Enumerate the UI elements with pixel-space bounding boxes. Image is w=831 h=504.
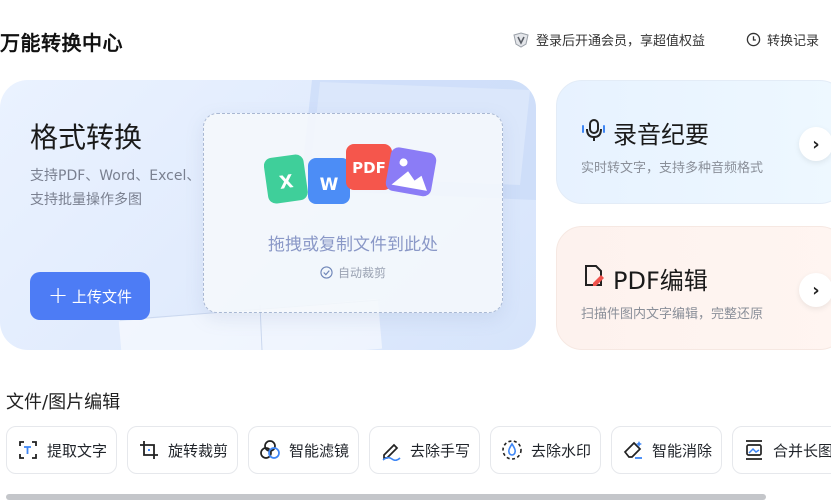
tool-label: 智能滤镜 (289, 441, 350, 460)
pdf-edit-desc: 扫描件图内文字编辑，完整还原 (581, 307, 764, 322)
erase-handwriting-icon (382, 443, 401, 461)
upload-file-button[interactable]: + 上传文件 (30, 272, 150, 320)
tool-label: 去除水印 (531, 441, 592, 460)
pdf-edit-icon (585, 265, 604, 286)
chevron-right-icon[interactable]: › (799, 273, 831, 307)
vip-badge-icon (513, 31, 529, 48)
upload-file-label: 上传文件 (72, 287, 133, 306)
tool-smart-filter[interactable]: 智能滤镜 (248, 426, 359, 474)
chevron-right-icon[interactable]: › (799, 127, 831, 161)
file-type-icons: X W PDF (264, 144, 437, 204)
pdf-edit-title: PDF编辑 (613, 267, 708, 295)
format-convert-desc: 支持PDF、Word、Excel、 支持批量操作多图 (30, 164, 200, 212)
tool-label: 旋转裁剪 (168, 441, 229, 460)
tool-label: 去除手写 (410, 441, 471, 460)
remove-watermark-icon (502, 440, 522, 460)
microphone-icon (582, 119, 605, 141)
tool-merge-long-image[interactable]: 合并长图 (732, 426, 831, 474)
history-text: 转换记录 (767, 34, 820, 49)
audio-notes-title: 录音纪要 (613, 121, 709, 149)
section-title: 文件/图片编辑 (6, 392, 121, 413)
tool-remove-watermark[interactable]: 去除水印 (490, 426, 601, 474)
file-drop-zone[interactable]: X W PDF 拖拽或复制文件到此处 自动裁剪 (203, 113, 503, 313)
excel-file-icon: X (264, 154, 308, 204)
tool-list: 提取文字 旋转裁剪 智能滤镜 去除手写 去除水印 智能消除 合并长图 (6, 426, 831, 474)
eraser-icon (623, 441, 642, 459)
auto-crop-label: 自动裁剪 (337, 266, 386, 280)
filter-icon (260, 440, 280, 459)
pdf-edit-card[interactable]: PDF编辑 扫描件图内文字编辑，完整还原 › (556, 226, 831, 350)
svg-text:PDF: PDF (352, 159, 386, 177)
format-convert-title: 格式转换 (30, 121, 143, 154)
drop-hint-text: 拖拽或复制文件到此处 (268, 235, 438, 255)
page-title: 万能转换中心 (0, 31, 123, 55)
text-extract-icon (19, 441, 37, 459)
vip-promo-text: 登录后开通会员，享超值权益 (536, 34, 706, 49)
image-file-icon (385, 147, 437, 197)
format-desc-line1: 支持PDF、Word、Excel、 (30, 168, 201, 184)
tool-smart-erase[interactable]: 智能消除 (611, 426, 722, 474)
history-link[interactable]: 转换记录 (746, 30, 819, 49)
pdf-file-icon: PDF (346, 144, 392, 190)
plus-icon: + (47, 281, 69, 309)
tool-label: 合并长图 (773, 441, 831, 460)
word-file-icon: W (308, 158, 350, 204)
merge-image-icon (746, 440, 762, 460)
check-circle-icon (320, 266, 333, 279)
tool-extract-text[interactable]: 提取文字 (6, 426, 117, 474)
format-convert-card[interactable]: 格式转换 支持PDF、Word、Excel、 支持批量操作多图 + 上传文件 X… (0, 80, 536, 350)
clock-icon (746, 32, 761, 47)
crop-rotate-icon (140, 441, 158, 459)
audio-notes-card[interactable]: 录音纪要 实时转文字，支持多种音频格式 › (556, 80, 831, 204)
tool-crop-rotate[interactable]: 旋转裁剪 (127, 426, 238, 474)
svg-text:W: W (320, 175, 339, 195)
tool-remove-handwriting[interactable]: 去除手写 (369, 426, 480, 474)
vip-promo-link[interactable]: 登录后开通会员，享超值权益 (512, 30, 705, 49)
tool-label: 智能消除 (652, 441, 713, 460)
tool-label: 提取文字 (47, 441, 108, 460)
horizontal-scrollbar[interactable] (6, 494, 766, 500)
audio-notes-desc: 实时转文字，支持多种音频格式 (581, 161, 764, 176)
format-desc-line2: 支持批量操作多图 (30, 192, 142, 208)
auto-crop-option[interactable]: 自动裁剪 (204, 264, 502, 281)
